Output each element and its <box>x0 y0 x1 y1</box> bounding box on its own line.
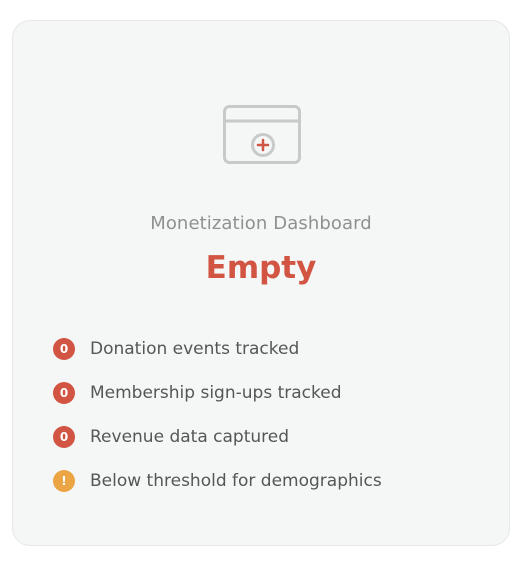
metric-revenue-data: 0 Revenue data captured <box>53 425 382 449</box>
zero-count-badge: 0 <box>53 338 75 360</box>
metric-label: Membership sign-ups tracked <box>90 383 342 403</box>
tracking-metrics-list: 0 Donation events tracked 0 Membership s… <box>53 337 382 513</box>
dashboard-status: Empty <box>205 250 317 286</box>
metric-label: Below threshold for demographics <box>90 471 382 491</box>
empty-dashboard-add-icon <box>223 105 301 165</box>
metric-label: Donation events tracked <box>90 339 300 359</box>
metric-demographics-threshold: ! Below threshold for demographics <box>53 469 382 493</box>
metric-membership-signups: 0 Membership sign-ups tracked <box>53 381 382 405</box>
zero-count-badge: 0 <box>53 426 75 448</box>
metric-label: Revenue data captured <box>90 427 289 447</box>
metric-donation-events: 0 Donation events tracked <box>53 337 382 361</box>
warning-badge: ! <box>53 470 75 492</box>
monetization-dashboard-card: Monetization Dashboard Empty 0 Donation … <box>12 20 510 546</box>
zero-count-badge: 0 <box>53 382 75 404</box>
dashboard-title: Monetization Dashboard <box>150 213 372 234</box>
